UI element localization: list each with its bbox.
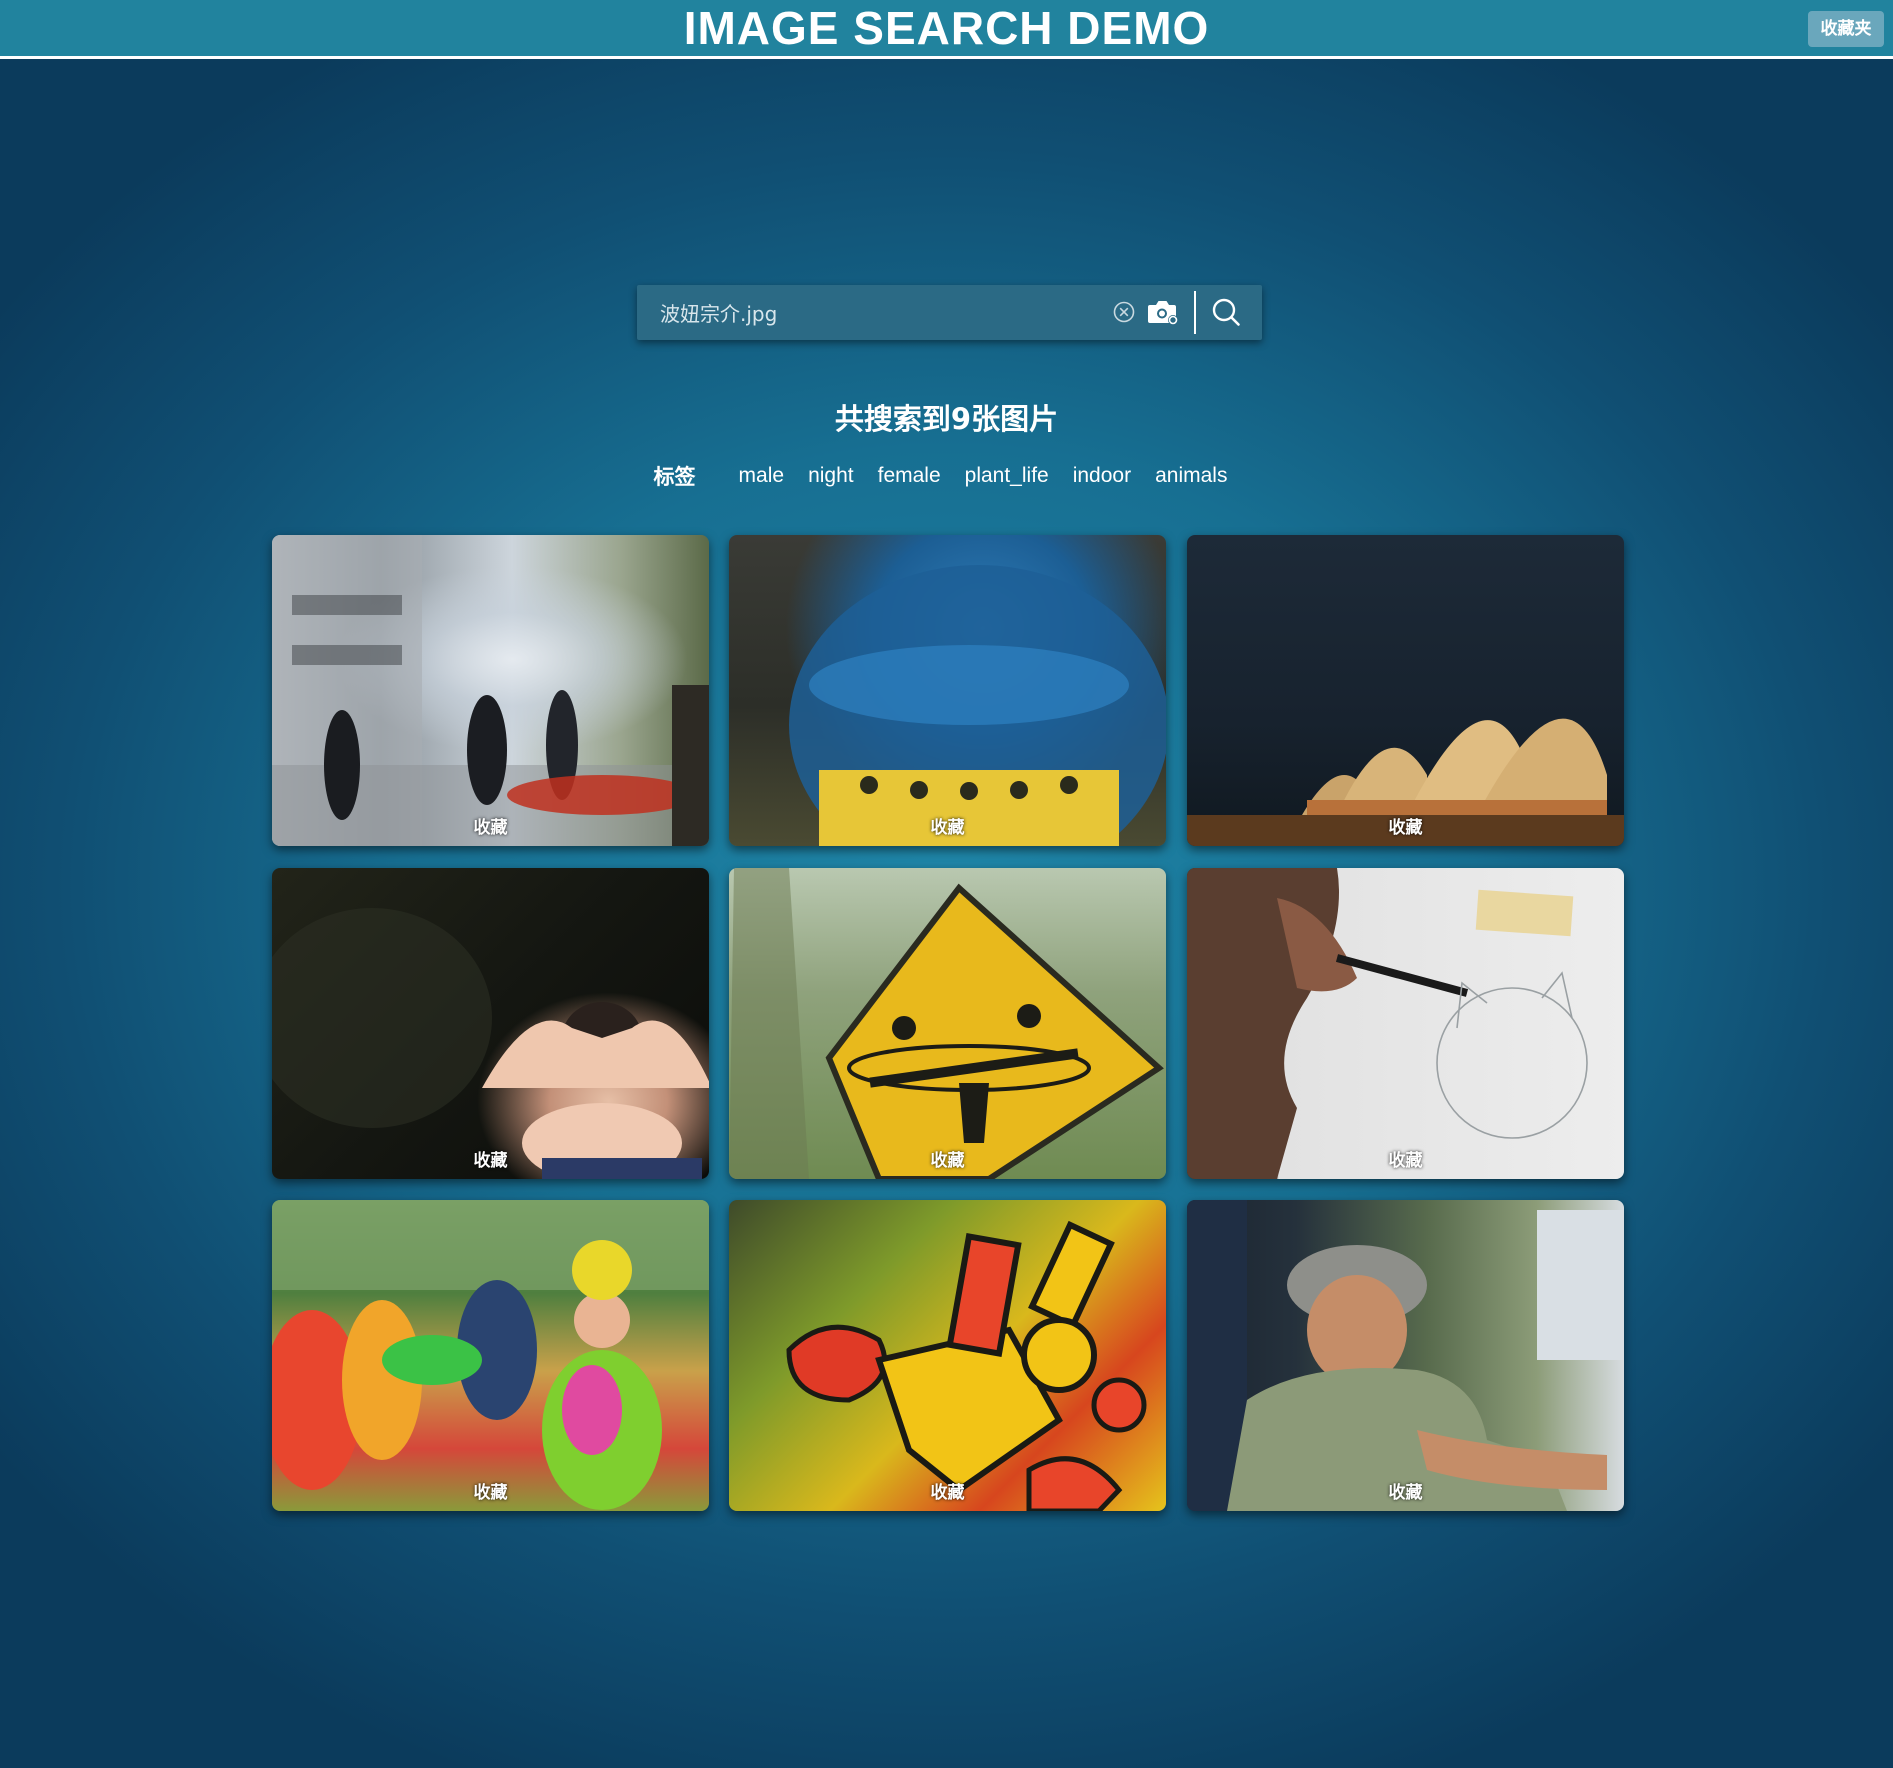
favorite-button[interactable]: 收藏 <box>1187 1146 1624 1171</box>
street-protest-photo <box>272 535 709 846</box>
favorite-button[interactable]: 收藏 <box>1187 813 1624 838</box>
favorite-button[interactable]: 收藏 <box>1187 1478 1624 1503</box>
tag-indoor[interactable]: indoor <box>1073 464 1131 488</box>
image-card[interactable]: 收藏 <box>272 1200 709 1511</box>
image-card[interactable]: 收藏 <box>729 1200 1166 1511</box>
search-bar <box>637 285 1262 340</box>
search-divider <box>1194 291 1196 334</box>
tag-night[interactable]: night <box>808 464 854 488</box>
page-title: IMAGE SEARCH DEMO <box>683 2 1210 54</box>
favorites-folder-button[interactable]: 收藏夹 <box>1808 11 1884 47</box>
tag-animals[interactable]: animals <box>1155 464 1227 488</box>
graffiti-wall-photo <box>729 1200 1166 1511</box>
tag-male[interactable]: male <box>739 464 785 488</box>
image-card[interactable]: 收藏 <box>272 868 709 1179</box>
image-card[interactable]: 收藏 <box>1187 868 1624 1179</box>
tag-heading: 标签 <box>653 465 696 489</box>
favorite-button[interactable]: 收藏 <box>729 1146 1166 1171</box>
image-card[interactable]: 收藏 <box>272 535 709 846</box>
search-icon[interactable] <box>1211 297 1241 327</box>
opera-house-night-photo <box>1187 535 1624 846</box>
image-card[interactable]: 收藏 <box>1187 1200 1624 1511</box>
image-card[interactable]: 收藏 <box>729 868 1166 1179</box>
image-card[interactable]: 收藏 <box>729 535 1166 846</box>
favorite-button[interactable]: 收藏 <box>729 1478 1166 1503</box>
woman-covering-eyes-photo <box>272 868 709 1179</box>
blue-cap-toy-photo <box>729 535 1166 846</box>
image-card[interactable]: 收藏 <box>1187 535 1624 846</box>
favorite-button[interactable]: 收藏 <box>272 1146 709 1171</box>
favorite-button[interactable]: 收藏 <box>729 813 1166 838</box>
seesaw-road-sign-photo <box>729 868 1166 1179</box>
favorite-button[interactable]: 收藏 <box>272 813 709 838</box>
tag-female[interactable]: female <box>878 464 941 488</box>
pencil-drawing-photo <box>1187 868 1624 1179</box>
favorite-button[interactable]: 收藏 <box>272 1478 709 1503</box>
carnival-parade-photo <box>272 1200 709 1511</box>
search-input[interactable] <box>637 285 1097 340</box>
camera-icon[interactable] <box>1147 298 1179 326</box>
tag-filter-bar: 标签 male night female plant_life indoor a… <box>0 461 1893 491</box>
clear-icon[interactable] <box>1113 301 1135 323</box>
young-man-cap-photo <box>1187 1200 1624 1511</box>
tag-plant-life[interactable]: plant_life <box>965 464 1049 488</box>
header-bar: IMAGE SEARCH DEMO 收藏夹 <box>0 0 1893 59</box>
result-count: 共搜索到9张图片 <box>834 402 1059 436</box>
